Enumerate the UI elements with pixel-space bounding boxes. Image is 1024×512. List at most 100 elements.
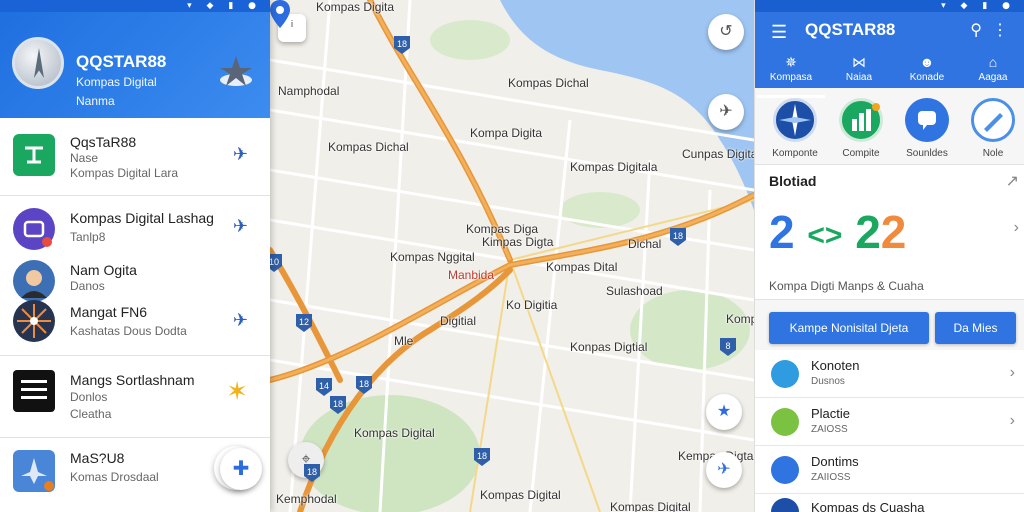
tab-label: Konade (909, 72, 945, 83)
list-item[interactable]: Mangat FN6 Kashatas Dous Dodta ✈ (0, 294, 270, 356)
item-title: Kompas Digital Lashag (70, 210, 214, 226)
list-item[interactable]: Konoten Dusnos › (755, 350, 1024, 398)
map-label: Kompa Digita (470, 126, 543, 140)
location-button[interactable]: ✈ (708, 94, 744, 130)
shortcut-komponte[interactable]: Komponte (765, 98, 825, 159)
pin-icon[interactable]: ✈ (233, 216, 248, 237)
item-subtitle: Dusnos (811, 376, 845, 387)
item-subtitle: Komas Drosdaal (70, 470, 159, 484)
chevron-right-icon[interactable]: › (1014, 219, 1019, 237)
search-icon[interactable]: ⚲ (970, 20, 982, 40)
map-label: Ko Digitia (506, 298, 558, 312)
cloud-star-icon[interactable] (216, 52, 256, 88)
shortcut-nole[interactable]: Nole (963, 98, 1023, 159)
more-icon[interactable]: ⋮ (992, 20, 1008, 40)
secondary-button[interactable]: Da Mies (935, 312, 1016, 344)
map-label: Sulashoad (606, 284, 663, 298)
tab-compass[interactable]: ✵ Kompasa (757, 52, 825, 98)
item-subtitle: Nase (70, 151, 99, 165)
map-label: Cunpas Digita (682, 147, 754, 161)
map-label: Kemphodal (276, 492, 337, 506)
shortcut-label: Compite (842, 148, 880, 159)
plane-icon (13, 450, 55, 492)
navigate-button[interactable]: ✈ (706, 452, 742, 488)
shortcut-compite[interactable]: Compite (831, 98, 891, 159)
list-item[interactable]: Plactie ZAIOSS › (755, 398, 1024, 446)
pin-icon[interactable]: ✈ (233, 310, 248, 331)
tab-label: Naiaa (845, 72, 873, 83)
map-label: Manbida (448, 268, 495, 282)
tab-map[interactable]: ⋈ Naiaa (825, 52, 893, 83)
drawer-header: QQSTAR88 Kompas Digital Nanma (0, 12, 270, 118)
menu-icon[interactable]: ☰ (771, 22, 787, 43)
map-label: Kompas Dichal (328, 140, 409, 154)
compass-icon (771, 498, 799, 512)
chart-icon (839, 98, 883, 142)
map-label: Kimpas Digta (482, 235, 554, 249)
item-title: Dontims (811, 454, 859, 469)
map-icon: ⋈ (852, 54, 866, 70)
home-icon: ⌂ (988, 54, 998, 70)
shortcut-label: Komponte (772, 148, 818, 159)
map-label: Kompas Digit (726, 312, 754, 326)
item-subtitle: Donlos (70, 390, 108, 404)
map-label: Kompas Nggital (390, 250, 475, 264)
list-item[interactable]: Kompas ds Cuasha (755, 494, 1024, 512)
compass-icon: ✵ (785, 54, 797, 70)
item-title: Mangs Sortlashnam (70, 372, 195, 388)
tab-label: Kompasa (769, 72, 813, 83)
status-icons: ▾ ◆ ▮ ● (941, 1, 1016, 11)
app-title: QQSTAR88 (805, 20, 896, 39)
map-label: Kompas Digital (480, 488, 561, 502)
grid-icon (771, 456, 799, 484)
chat-icon (771, 360, 799, 388)
primary-button[interactable]: Kampe Nonisital Djeta (769, 312, 929, 344)
item-subtitle: Danos (70, 279, 105, 293)
big-number: 2 <> 22 (769, 206, 907, 258)
tab-people[interactable]: ☻ Konade (893, 52, 961, 83)
item-subtitle: ZAIIOSS (811, 472, 851, 483)
leaf-icon (771, 408, 799, 436)
map-label: Kompas Diga (466, 222, 539, 236)
speech-icon (905, 98, 949, 142)
burst-icon (13, 300, 55, 342)
compass-icon (13, 208, 55, 250)
location-pin-icon[interactable] (270, 0, 290, 28)
tab-home[interactable]: ⌂ Aagaa (959, 52, 1024, 83)
app-root: ▾ ◆ ▮ ● QQSTAR88 Kompas Digital Nanma Qq… (0, 0, 1024, 512)
chevron-right-icon: › (1009, 412, 1015, 429)
share-icon[interactable]: ↗ (1006, 171, 1019, 191)
item-subtitle: ZAIOSS (811, 424, 848, 435)
action-fab[interactable]: ✚ (220, 448, 262, 490)
card-title: Blotiad (769, 173, 817, 189)
map-label: Kompas Digital (354, 426, 435, 440)
item-title: Konoten (811, 358, 860, 373)
list-item[interactable]: QqsTaR88 Nase Kompas Digital Lara ✈ (0, 118, 270, 196)
list-item[interactable]: Mangs Sortlashnam Donlos Cleatha ✶ (0, 356, 270, 438)
pin-icon[interactable]: ✈ (233, 144, 248, 165)
app-logo-icon (12, 37, 64, 89)
map-label: Digitial (440, 314, 477, 328)
map-label: Kompas Digitala (570, 160, 658, 174)
map-label: Dichal (628, 237, 662, 251)
tab-bar: ✵ Kompasa ⋈ Naiaa ☻ Konade ⌂ Aagaa (755, 52, 1024, 98)
list-item[interactable]: Kompas Digital Lashag Tanlp8 ✈ (0, 196, 270, 254)
item-title: Nam Ogita (70, 262, 137, 278)
map-label: Kompas Digita (316, 0, 395, 14)
compass-button[interactable]: ↺ (708, 14, 744, 50)
shortcut-sounldes[interactable]: Sounldes (897, 98, 957, 159)
sparkle-icon[interactable]: ✶ (226, 376, 248, 407)
pen-icon (971, 98, 1015, 142)
map-label: Konpas Digtial (570, 340, 648, 354)
favorite-button[interactable]: ★ (706, 394, 742, 430)
item-detail: Cleatha (70, 407, 112, 421)
list-item[interactable]: Dontims ZAIIOSS (755, 446, 1024, 494)
zoom-button[interactable]: ⌖ (288, 442, 324, 478)
chevron-right-icon: › (1009, 364, 1015, 381)
item-title: MaS?U8 (70, 450, 125, 466)
list-item[interactable]: Nam Ogita Danos (0, 254, 270, 302)
map-view[interactable]: Kompas Digita Namphodal Kompas Dichal Ko… (270, 0, 754, 512)
item-title: Plactie (811, 406, 851, 421)
tab-label: Aagaa (978, 72, 1008, 83)
item-title: Mangat FN6 (70, 304, 148, 320)
